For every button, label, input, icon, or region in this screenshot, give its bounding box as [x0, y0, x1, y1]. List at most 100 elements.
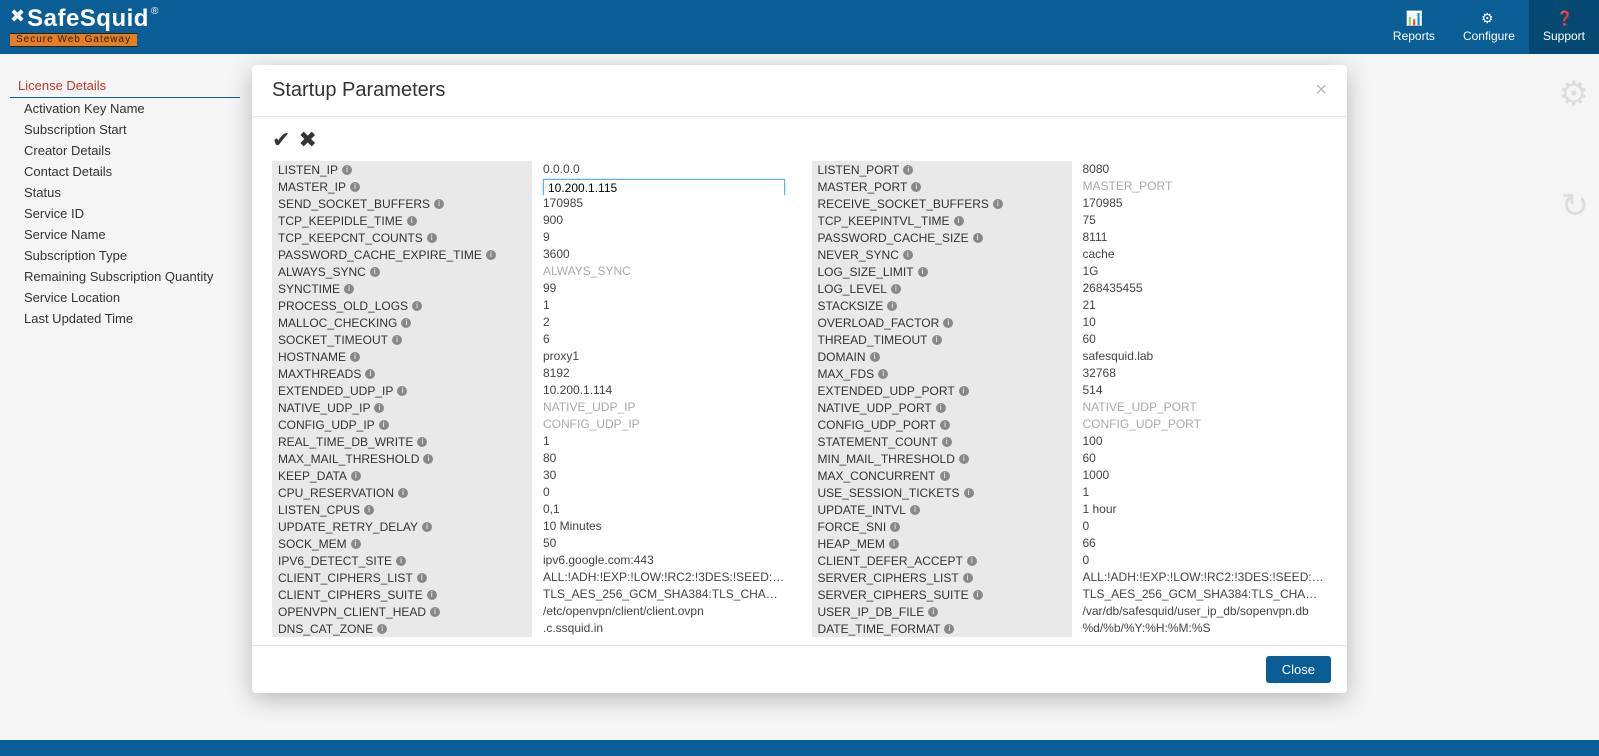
param-value[interactable]: safesquid.lab	[1080, 348, 1328, 365]
param-value[interactable]: 8192	[540, 365, 788, 382]
info-icon[interactable]: i	[417, 437, 427, 447]
cancel-icon[interactable]: ✖	[298, 129, 316, 151]
param-value[interactable]: %d/%b/%Y:%H:%M:%S	[1080, 620, 1328, 637]
info-icon[interactable]: i	[973, 590, 983, 600]
param-value[interactable]: CONFIG_UDP_PORT	[1080, 416, 1328, 433]
info-icon[interactable]: i	[878, 369, 888, 379]
param-value[interactable]: ALWAYS_SYNC	[540, 263, 788, 280]
info-icon[interactable]: i	[943, 318, 953, 328]
param-value[interactable]: TLS_AES_256_GCM_SHA384:TLS_CHACHA20_POL	[1080, 586, 1328, 603]
sidebar-item[interactable]: Remaining Subscription Quantity	[10, 266, 240, 287]
param-value[interactable]: 10	[1080, 314, 1328, 331]
sidebar-item[interactable]: Service Name	[10, 224, 240, 245]
param-value[interactable]: /var/db/safesquid/user_ip_db/sopenvpn.db	[1080, 603, 1328, 620]
info-icon[interactable]: i	[342, 165, 352, 175]
info-icon[interactable]: i	[407, 216, 417, 226]
param-value-input[interactable]	[543, 179, 785, 195]
info-icon[interactable]: i	[993, 199, 1003, 209]
param-value[interactable]: TLS_AES_256_GCM_SHA384:TLS_CHACHA20_POL	[540, 586, 788, 603]
info-icon[interactable]: i	[903, 250, 913, 260]
info-icon[interactable]: i	[422, 522, 432, 532]
apply-icon[interactable]: ✔	[272, 129, 290, 151]
param-value[interactable]: 10.200.1.114	[540, 382, 788, 399]
info-icon[interactable]: i	[365, 369, 375, 379]
info-icon[interactable]: i	[890, 522, 900, 532]
sidebar-item[interactable]: Service Location	[10, 287, 240, 308]
info-icon[interactable]: i	[486, 250, 496, 260]
param-value[interactable]: 66	[1080, 535, 1328, 552]
sidebar-item[interactable]: Status	[10, 182, 240, 203]
info-icon[interactable]: i	[944, 624, 954, 634]
info-icon[interactable]: i	[379, 420, 389, 430]
param-value[interactable]: 6	[540, 331, 788, 348]
info-icon[interactable]: i	[351, 539, 361, 549]
param-value[interactable]	[540, 178, 788, 195]
info-icon[interactable]: i	[963, 573, 973, 583]
info-icon[interactable]: i	[417, 573, 427, 583]
info-icon[interactable]: i	[911, 182, 921, 192]
param-value[interactable]: 0	[1080, 518, 1328, 535]
info-icon[interactable]: i	[374, 403, 384, 413]
param-value[interactable]: 1	[1080, 484, 1328, 501]
param-value[interactable]: /etc/openvpn/client/client.ovpn	[540, 603, 788, 620]
info-icon[interactable]: i	[973, 233, 983, 243]
info-icon[interactable]: i	[344, 284, 354, 294]
param-value[interactable]: 21	[1080, 297, 1328, 314]
info-icon[interactable]: i	[427, 233, 437, 243]
info-icon[interactable]: i	[959, 386, 969, 396]
info-icon[interactable]: i	[910, 505, 920, 515]
info-icon[interactable]: i	[954, 216, 964, 226]
info-icon[interactable]: i	[891, 284, 901, 294]
param-value[interactable]: 0.0.0.0	[540, 161, 788, 178]
info-icon[interactable]: i	[928, 607, 938, 617]
info-icon[interactable]: i	[434, 199, 444, 209]
info-icon[interactable]: i	[392, 335, 402, 345]
param-value[interactable]: ALL:!ADH:!EXP:!LOW:!RC2:!3DES:!SEED:!RC4…	[1080, 569, 1328, 586]
info-icon[interactable]: i	[401, 318, 411, 328]
info-icon[interactable]: i	[364, 505, 374, 515]
param-value[interactable]: NATIVE_UDP_PORT	[1080, 399, 1328, 416]
param-value[interactable]: 0	[540, 484, 788, 501]
info-icon[interactable]: i	[350, 182, 360, 192]
param-value[interactable]: 1000	[1080, 467, 1328, 484]
sidebar-item[interactable]: Activation Key Name	[10, 98, 240, 119]
param-value[interactable]: cache	[1080, 246, 1328, 263]
sidebar-item[interactable]: Subscription Type	[10, 245, 240, 266]
sidebar-item[interactable]: Subscription Start	[10, 119, 240, 140]
param-value[interactable]: proxy1	[540, 348, 788, 365]
param-value[interactable]: 3600	[540, 246, 788, 263]
param-value[interactable]: 1G	[1080, 263, 1328, 280]
info-icon[interactable]: i	[918, 267, 928, 277]
info-icon[interactable]: i	[967, 556, 977, 566]
param-value[interactable]: 170985	[540, 195, 788, 212]
param-value[interactable]: CONFIG_UDP_IP	[540, 416, 788, 433]
info-icon[interactable]: i	[936, 403, 946, 413]
param-value[interactable]: 9	[540, 229, 788, 246]
param-value[interactable]: 8111	[1080, 229, 1328, 246]
info-icon[interactable]: i	[351, 471, 361, 481]
info-icon[interactable]: i	[887, 301, 897, 311]
info-icon[interactable]: i	[959, 454, 969, 464]
nav-reports[interactable]: 📊 Reports	[1379, 0, 1449, 54]
param-value[interactable]: 1 hour	[1080, 501, 1328, 518]
info-icon[interactable]: i	[370, 267, 380, 277]
info-icon[interactable]: i	[903, 165, 913, 175]
close-button[interactable]: Close	[1266, 656, 1331, 683]
param-value[interactable]: 10 Minutes	[540, 518, 788, 535]
sidebar-item[interactable]: Last Updated Time	[10, 308, 240, 329]
info-icon[interactable]: i	[932, 335, 942, 345]
sidebar-item[interactable]: Contact Details	[10, 161, 240, 182]
param-value[interactable]: 900	[540, 212, 788, 229]
param-value[interactable]: 99	[540, 280, 788, 297]
info-icon[interactable]: i	[964, 488, 974, 498]
param-value[interactable]: 2	[540, 314, 788, 331]
param-value[interactable]: 514	[1080, 382, 1328, 399]
nav-support[interactable]: ❓ Support	[1529, 0, 1599, 54]
info-icon[interactable]: i	[423, 454, 433, 464]
info-icon[interactable]: i	[940, 471, 950, 481]
info-icon[interactable]: i	[940, 420, 950, 430]
info-icon[interactable]: i	[397, 386, 407, 396]
info-icon[interactable]: i	[942, 437, 952, 447]
param-value[interactable]: 75	[1080, 212, 1328, 229]
param-value[interactable]: NATIVE_UDP_IP	[540, 399, 788, 416]
